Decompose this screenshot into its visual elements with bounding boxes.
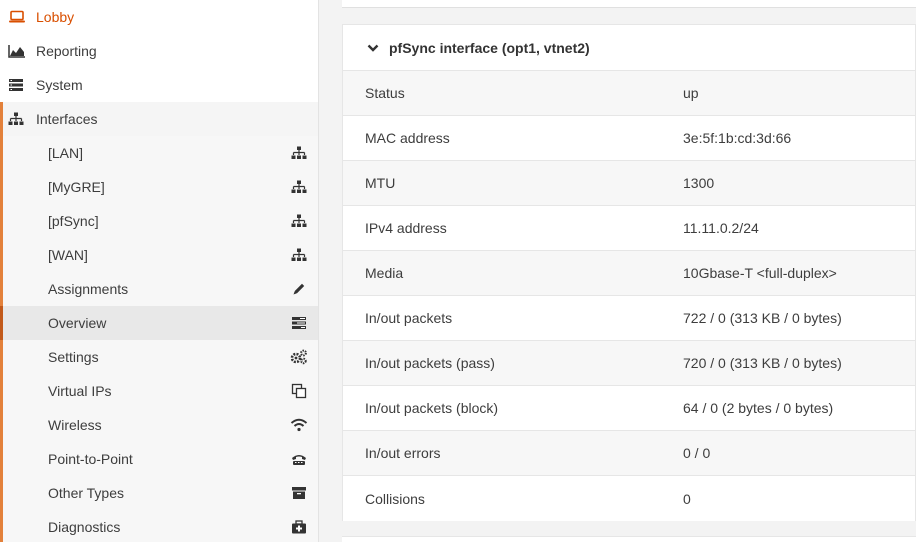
sidebar-item-diagnostics[interactable]: Diagnostics (0, 510, 318, 542)
main-content: pfSync interface (opt1, vtnet2) Status u… (320, 0, 916, 542)
sidebar-item-label: Wireless (48, 417, 102, 433)
sidebar-item-label: [MyGRE] (48, 179, 105, 195)
row-key: In/out packets (block) (365, 400, 499, 416)
sidebar-item-label: System (36, 77, 83, 93)
interfaces-submenu: [LAN] [MyGRE] [pfSync] [WAN] Assignments… (0, 136, 318, 542)
sidebar-item-pfsync[interactable]: [pfSync] (0, 204, 318, 238)
sidebar-item-label: Virtual IPs (48, 383, 112, 399)
table-row: Status up (343, 71, 915, 116)
table-row: MTU 1300 (343, 161, 915, 206)
sidebar-item-other-types[interactable]: Other Types (0, 476, 318, 510)
sidebar: Lobby Reporting System Interfaces [LAN] … (0, 0, 319, 542)
table-row: In/out packets (block) 64 / 0 (2 bytes /… (343, 386, 915, 431)
table-row: IPv4 address 11.11.0.2/24 (343, 206, 915, 251)
cogs-icon (290, 348, 308, 366)
sidebar-item-reporting[interactable]: Reporting (0, 34, 318, 68)
sidebar-item-overview[interactable]: Overview (0, 306, 318, 340)
row-key: Media (365, 265, 404, 281)
row-value: 3e:5f:1b:cd:3d:66 (683, 130, 792, 146)
sidebar-item-wireless[interactable]: Wireless (0, 408, 318, 442)
interface-card: pfSync interface (opt1, vtnet2) Status u… (342, 24, 916, 521)
fax-icon (290, 450, 308, 468)
interface-card-header[interactable]: pfSync interface (opt1, vtnet2) (343, 25, 915, 71)
row-key: Status (365, 85, 405, 101)
sidebar-item-lan[interactable]: [LAN] (0, 136, 318, 170)
row-value: 0 / 0 (683, 445, 711, 461)
sidebar-item-lobby[interactable]: Lobby (0, 0, 318, 34)
area-chart-icon (8, 43, 28, 59)
sidebar-item-label: [WAN] (48, 247, 88, 263)
chevron-down-icon (367, 41, 381, 55)
table-row: In/out packets 722 / 0 (313 KB / 0 bytes… (343, 296, 915, 341)
row-key: In/out errors (365, 445, 441, 461)
sidebar-item-wan[interactable]: [WAN] (0, 238, 318, 272)
pencil-icon (290, 280, 308, 298)
sidebar-item-label: Reporting (36, 43, 97, 59)
row-value: 11.11.0.2/24 (683, 220, 759, 236)
previous-card-edge (342, 0, 916, 8)
row-key: In/out packets (pass) (365, 355, 495, 371)
sidebar-item-interfaces[interactable]: Interfaces (0, 102, 318, 136)
sidebar-item-virtual-ips[interactable]: Virtual IPs (0, 374, 318, 408)
row-value: up (683, 85, 699, 101)
sidebar-item-label: Settings (48, 349, 99, 365)
sitemap-icon (290, 212, 308, 230)
next-card-edge (342, 536, 916, 542)
sitemap-icon (290, 246, 308, 264)
sidebar-item-label: Lobby (36, 9, 75, 25)
sidebar-item-assignments[interactable]: Assignments (0, 272, 318, 306)
medkit-icon (290, 518, 308, 536)
tasks-icon (290, 314, 308, 332)
row-value: 722 / 0 (313 KB / 0 bytes) (683, 310, 842, 326)
sidebar-item-mygre[interactable]: [MyGRE] (0, 170, 318, 204)
sidebar-item-label: Overview (48, 315, 107, 331)
sidebar-item-label: Diagnostics (48, 519, 121, 535)
sidebar-item-point-to-point[interactable]: Point-to-Point (0, 442, 318, 476)
sitemap-icon (290, 144, 308, 162)
interface-card-title: pfSync interface (opt1, vtnet2) (389, 39, 590, 56)
row-value: 720 / 0 (313 KB / 0 bytes) (683, 355, 842, 371)
row-key: MTU (365, 175, 396, 191)
sidebar-item-label: Assignments (48, 281, 129, 297)
sidebar-item-label: [pfSync] (48, 213, 99, 229)
row-value: 64 / 0 (2 bytes / 0 bytes) (683, 400, 834, 416)
table-row: In/out packets (pass) 720 / 0 (313 KB / … (343, 341, 915, 386)
sitemap-icon (290, 178, 308, 196)
row-key: IPv4 address (365, 220, 447, 236)
row-value: 1300 (683, 175, 715, 191)
table-row: MAC address 3e:5f:1b:cd:3d:66 (343, 116, 915, 161)
clone-icon (290, 382, 308, 400)
sidebar-item-label: Point-to-Point (48, 451, 133, 467)
row-key: Collisions (365, 490, 425, 507)
row-value: 0 (683, 490, 691, 507)
laptop-icon (8, 9, 28, 25)
server-icon (8, 77, 28, 93)
app-root: Lobby Reporting System Interfaces [LAN] … (0, 0, 916, 542)
sidebar-item-label: Other Types (48, 485, 125, 501)
interface-details-table: Status up MAC address 3e:5f:1b:cd:3d:66 … (343, 71, 915, 521)
table-row: In/out errors 0 / 0 (343, 431, 915, 476)
sidebar-item-label: [LAN] (48, 145, 84, 161)
row-key: In/out packets (365, 310, 453, 326)
row-value: 10Gbase-T <full-duplex> (683, 265, 837, 281)
row-key: MAC address (365, 130, 450, 146)
archive-icon (290, 484, 308, 502)
sidebar-item-settings[interactable]: Settings (0, 340, 318, 374)
table-row: Media 10Gbase-T <full-duplex> (343, 251, 915, 296)
sitemap-icon (8, 111, 28, 127)
sidebar-item-label: Interfaces (36, 111, 98, 127)
sidebar-item-system[interactable]: System (0, 68, 318, 102)
wifi-icon (290, 416, 308, 434)
table-row: Collisions 0 (343, 476, 915, 521)
